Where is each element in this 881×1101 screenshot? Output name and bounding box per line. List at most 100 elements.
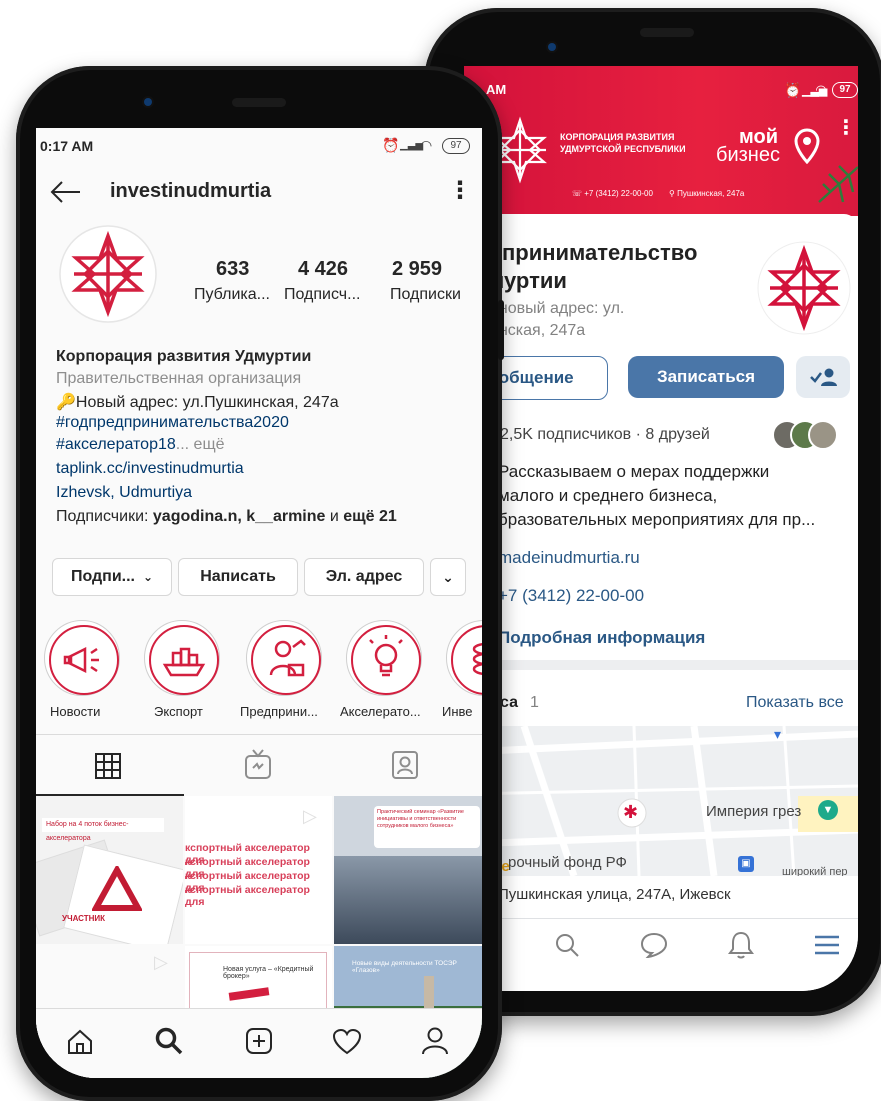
vk-screen: AM ⏰ ▁▃▅ ◠ 97 КОРПОРАЦИЯ РАЗВИТИЯ УДМУРТ… (464, 66, 858, 991)
ig-message-button-label: Написать (200, 568, 276, 585)
vk-cover-branch-icon (818, 165, 858, 203)
vk-profile-body: дпринимательство муртии : новый адрес: у… (464, 214, 858, 991)
vk-menu-icon[interactable] (814, 934, 840, 956)
cargo-ship-icon (162, 647, 206, 677)
vk-status-line1: : новый адрес: ул. (490, 300, 625, 317)
ig-back-arrow-icon[interactable] (50, 180, 82, 204)
igtv-icon[interactable] (244, 748, 272, 780)
vk-cover-corp-line2: УДМУРТСКОЙ РЕСПУБЛИКИ (560, 144, 686, 154)
ig-highlight-accelerator[interactable] (346, 620, 422, 696)
ig-highlight-label: Новости (50, 704, 101, 719)
grid-icon[interactable] (94, 752, 122, 780)
ig-hashtag-1[interactable]: #годпредпринимательства2020 (56, 414, 289, 432)
coins-icon (472, 643, 482, 675)
ig-following-count[interactable]: 2 959 (392, 258, 442, 281)
vk-description-line1: Рассказываем о мерах поддержки (498, 462, 770, 481)
vk-place-address[interactable]: Пушкинская улица, 247А, Ижевск (498, 886, 731, 903)
vk-description-line3: бразовательных мероприятиях для пр... (498, 510, 816, 529)
ig-followers-label: Подписч... (284, 286, 361, 303)
ig-post-tile[interactable]: Набор на 4 поток бизнес-акселератора УЧА… (36, 796, 183, 944)
ig-email-button[interactable]: Эл. адрес (304, 558, 424, 596)
vk-alarm-icon: ⏰ (784, 82, 802, 98)
ig-screen: 0:17 AM ⏰ ▁▃▅ ◠ 97 investinudmurtia ⋮ 63… (36, 128, 482, 1078)
ig-highlight-label: Экспорт (154, 704, 203, 719)
ig-follow-button-label: Подпи... (70, 568, 135, 585)
vk-user-check-icon (810, 368, 837, 386)
ig-tabs-divider (36, 734, 482, 735)
vk-more-info-link[interactable]: Подробная информация (498, 628, 705, 648)
vk-map[interactable]: ✱ Империя грез ▼ рочный фонд РФ gle ▣ ши… (464, 726, 858, 876)
ig-location-link[interactable]: Izhevsk, Udmurtiya (56, 484, 192, 502)
ig-post-photo (334, 856, 482, 944)
vk-earpiece (640, 28, 694, 37)
heart-icon[interactable] (332, 1028, 362, 1056)
ig-followed-by[interactable]: Подписчики: yagodina.n, k__armine и ещё … (56, 508, 397, 526)
vk-friend-avatar[interactable] (808, 420, 838, 450)
ig-post-caption: Практический семинар «Развитие инициатив… (374, 806, 480, 848)
vk-website-link[interactable]: madeinudmurtia.ru (498, 548, 640, 568)
vk-map-label-3: широкий пер (782, 866, 848, 876)
ig-battery-icon: 97 (442, 138, 470, 154)
ig-highlight-entrepreneurs[interactable] (246, 620, 322, 696)
ig-hashtag-2[interactable]: #акселератор18 (56, 436, 176, 453)
vk-followers-count[interactable]: 2,5K подписчиков · 8 друзей (500, 426, 710, 444)
tagged-icon[interactable] (390, 748, 420, 780)
vk-show-all-link[interactable]: Показать все (746, 694, 844, 712)
vk-avatar[interactable] (756, 240, 852, 336)
ig-options-icon[interactable]: ⋮ (448, 176, 472, 205)
ig-highlight-label: Предприни... (240, 704, 318, 719)
vk-places-label: са (500, 694, 518, 711)
vk-wifi-icon: ◠ (816, 82, 826, 97)
ig-status-time: 0:17 AM (40, 138, 94, 154)
vk-battery-icon: 97 (832, 82, 858, 98)
ig-post-line: кспортный акселератор для (185, 884, 310, 908)
vk-places-count: 1 (530, 694, 539, 711)
vk-phone-link[interactable]: +7 (3412) 22-00-00 (498, 586, 644, 606)
ig-follow-button[interactable]: Подпи... ⌄ (52, 558, 172, 596)
vk-front-camera (548, 43, 556, 51)
vk-status-bar: AM ⏰ ▁▃▅ ◠ 97 (464, 82, 858, 100)
ig-more-link[interactable]: ... ещё (176, 436, 225, 453)
vk-map-label-2: рочный фонд РФ (508, 854, 627, 871)
ig-earpiece (232, 98, 286, 107)
vk-cover: AM ⏰ ▁▃▅ ◠ 97 КОРПОРАЦИЯ РАЗВИТИЯ УДМУРТ… (464, 66, 858, 216)
vk-map-place-marker-icon[interactable]: ✱ (623, 802, 638, 823)
vk-status-time: AM (486, 82, 507, 97)
businessman-icon (269, 639, 306, 677)
vk-overflow-menu-icon[interactable]: ⋮ (836, 118, 856, 138)
video-icon: ▷ (154, 952, 168, 972)
ig-message-button[interactable]: Написать (178, 558, 298, 596)
vk-cover-corp-line1: КОРПОРАЦИЯ РАЗВИТИЯ (560, 132, 675, 142)
vk-messages-icon[interactable] (640, 932, 668, 958)
vk-notifications-icon[interactable] (728, 930, 754, 960)
ig-post-caption: Набор на 4 поток бизнес-акселератора (42, 818, 164, 842)
ig-highlight-news[interactable] (44, 620, 120, 696)
key-icon: 🔑 (56, 394, 76, 411)
ig-email-button-label: Эл. адрес (325, 568, 403, 585)
ig-post-logo-icon (92, 866, 142, 911)
vk-map-poi-icon[interactable]: ▼ (818, 800, 838, 820)
ig-status-bar: 0:17 AM ⏰ ▁▃▅ ◠ 97 (36, 128, 482, 160)
ig-posts-count[interactable]: 633 (216, 258, 249, 281)
new-post-icon[interactable] (244, 1026, 274, 1056)
ig-highlight-label: Инве (442, 704, 473, 719)
vk-subscribe-button[interactable]: Записаться (628, 356, 784, 398)
profile-icon[interactable] (420, 1026, 450, 1056)
lightbulb-icon (369, 635, 403, 677)
vk-status-line2: инская, 247а (490, 322, 586, 339)
ig-posts-label: Публика... (194, 286, 270, 303)
home-icon[interactable] (66, 1028, 94, 1056)
vk-friends-button[interactable] (796, 356, 850, 398)
chevron-down-icon: ⌄ (143, 570, 154, 584)
ig-post-tile[interactable]: кспортный акселератор для кспортный аксе… (185, 796, 332, 944)
ig-followers-count[interactable]: 4 426 (298, 258, 348, 281)
ig-post-tile[interactable]: Практический семинар «Развитие инициатив… (334, 796, 482, 944)
ig-bio-link[interactable]: taplink.cc/investinudmurtia (56, 460, 244, 478)
ig-avatar[interactable] (58, 224, 158, 324)
ig-suggestions-button[interactable]: ⌄ (430, 558, 466, 596)
ig-highlight-export[interactable] (144, 620, 220, 696)
vk-description-line2: малого и среднего бизнеса, (498, 486, 718, 505)
search-icon[interactable] (154, 1026, 184, 1056)
vk-search-icon[interactable] (554, 932, 580, 958)
ig-username: investinudmurtia (110, 180, 272, 202)
